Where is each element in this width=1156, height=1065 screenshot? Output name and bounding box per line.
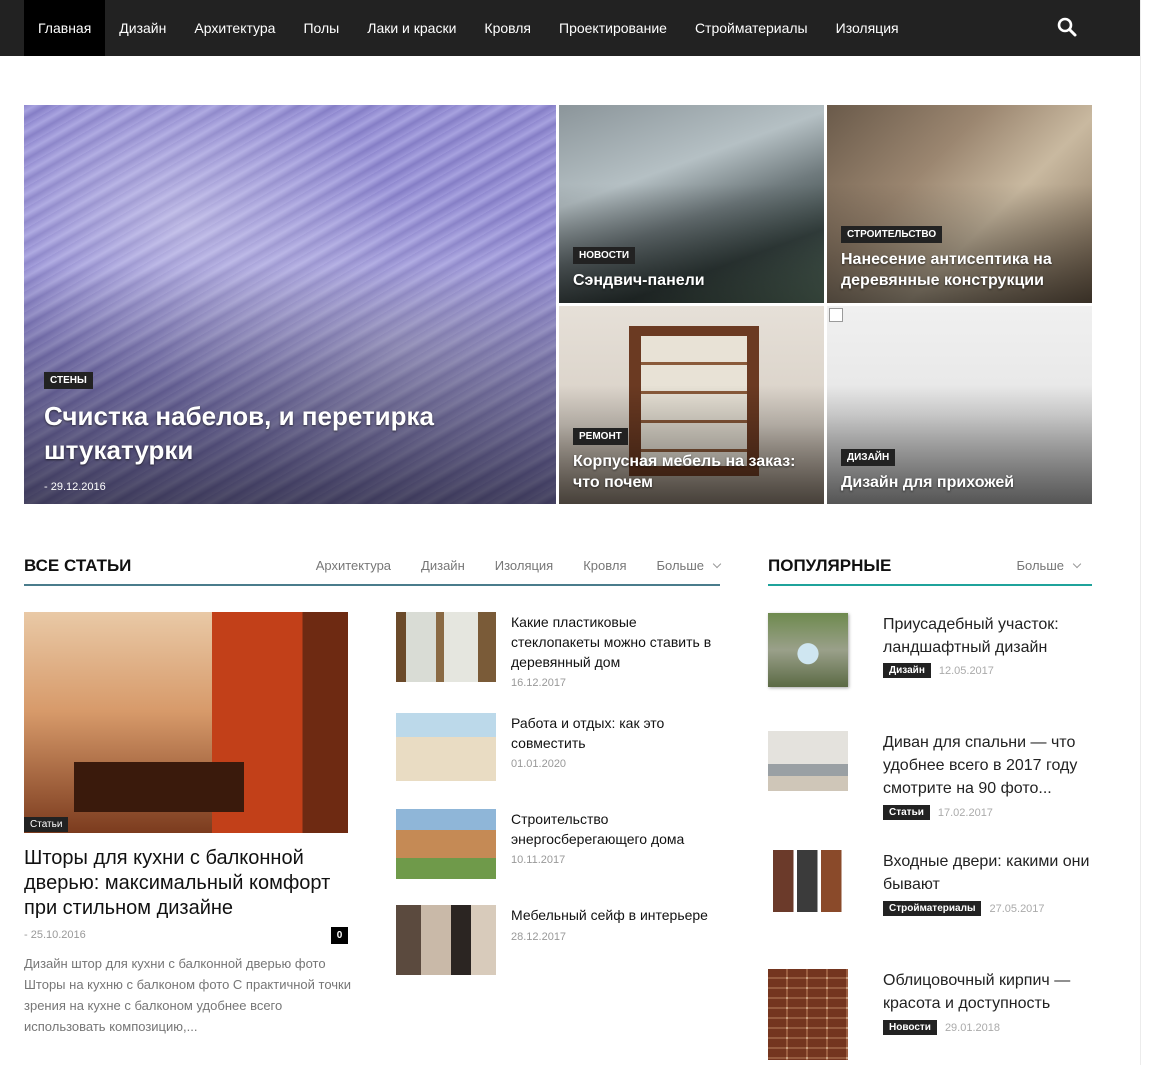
hero-c-text: РЕМОНТ Корпусная мебель на заказ: что по…: [573, 426, 814, 493]
hero-main-text: СТЕНЫ Счистка набелов, и перетирка штука…: [44, 370, 546, 493]
list-item-title[interactable]: Какие пластиковые стеклопакеты можно ста…: [511, 612, 721, 672]
all-articles-underline: [24, 584, 720, 586]
hero-post-hallway[interactable]: ДИЗАЙН Дизайн для прихожей: [827, 306, 1092, 504]
tab-architecture[interactable]: Архитектура: [316, 558, 391, 573]
popular-underline: [768, 584, 1092, 586]
list-item-date: 16.12.2017: [511, 677, 567, 689]
category-badge[interactable]: РЕМОНТ: [573, 428, 628, 445]
popular-item-title[interactable]: Входные двери: какими они бывают: [883, 850, 1098, 896]
popular-item-date: 27.05.2017: [989, 902, 1045, 915]
popular-more[interactable]: Больше: [1016, 558, 1082, 573]
broken-image-icon: [829, 308, 843, 322]
hero-main-date: - 29.12.2016: [44, 481, 106, 493]
nav-item-architecture[interactable]: Архитектура: [180, 0, 289, 56]
popular-item-date: 29.01.2018: [944, 1021, 1000, 1034]
list-item: Работа и отдых: как это совместить 01.01…: [396, 713, 726, 783]
list-item-date: 01.01.2020: [511, 758, 567, 770]
popular-item-meta: Дизайн 12.05.2017: [883, 663, 994, 678]
hero-a-title[interactable]: Сэндвич-панели: [573, 270, 814, 291]
popular-item-date: 17.02.2017: [937, 806, 993, 819]
tab-design[interactable]: Дизайн: [421, 558, 465, 573]
search-icon[interactable]: [1056, 16, 1078, 38]
popular-item-title[interactable]: Диван для спальни — что удобнее всего в …: [883, 731, 1098, 800]
category-badge[interactable]: Статьи: [883, 805, 930, 820]
chevron-down-icon: [712, 559, 722, 569]
nav-item-home[interactable]: Главная: [24, 0, 106, 56]
tab-more[interactable]: Больше: [656, 558, 722, 573]
tab-more-label: Больше: [656, 558, 705, 573]
nav-item-insulation[interactable]: Изоляция: [822, 0, 913, 56]
big-article-title[interactable]: Шторы для кухни с балконной дверью: макс…: [24, 846, 354, 921]
all-articles-title: ВСЕ СТАТЬИ: [24, 556, 132, 575]
list-item-thumb[interactable]: [396, 905, 496, 975]
tab-roofing[interactable]: Кровля: [583, 558, 626, 573]
popular-item-thumb[interactable]: [768, 969, 848, 1060]
popular-item-date: 12.05.2017: [938, 664, 994, 677]
popular-header: ПОПУЛЯРНЫЕ Больше: [768, 556, 1092, 586]
list-item: Строительство энергосберегающего дома 10…: [396, 809, 726, 879]
popular-item-title[interactable]: Облицовочный кирпич — красота и доступно…: [883, 969, 1098, 1015]
big-article-image-table: [74, 762, 244, 812]
chevron-down-icon: [1072, 559, 1082, 569]
nav-item-roofing[interactable]: Кровля: [470, 0, 545, 56]
list-item-thumb[interactable]: [396, 612, 496, 682]
category-badge[interactable]: НОВОСТИ: [573, 247, 636, 264]
popular-tabs: Больше: [987, 558, 1082, 573]
hero-d-text: ДИЗАЙН Дизайн для прихожей: [841, 447, 1082, 493]
category-badge[interactable]: Новости: [883, 1020, 937, 1035]
list-item-date: 10.11.2017: [511, 854, 566, 866]
list-item-date: 28.12.2017: [511, 931, 567, 943]
hero-post-furniture[interactable]: РЕМОНТ Корпусная мебель на заказ: что по…: [559, 306, 824, 504]
popular-title: ПОПУЛЯРНЫЕ: [768, 556, 892, 575]
big-article-category[interactable]: Статьи: [24, 817, 69, 832]
category-badge[interactable]: ДИЗАЙН: [841, 449, 896, 466]
nav-item-materials[interactable]: Стройматериалы: [681, 0, 822, 56]
nav-item-design[interactable]: Дизайн: [105, 0, 180, 56]
comment-count-badge[interactable]: 0: [331, 927, 348, 944]
list-item: Мебельный сейф в интерьере 28.12.2017: [396, 905, 726, 975]
category-badge[interactable]: СТРОИТЕЛЬСТВО: [841, 226, 943, 243]
hero-c-title[interactable]: Корпусная мебель на заказ: что почем: [573, 451, 814, 493]
nav-item-paints[interactable]: Лаки и краски: [353, 0, 470, 56]
popular-item-meta: Статьи 17.02.2017: [883, 805, 993, 820]
page-edge-divider: [1140, 0, 1141, 1065]
hero-b-text: СТРОИТЕЛЬСТВО Нанесение антисептика на д…: [841, 224, 1082, 291]
list-item-title[interactable]: Работа и отдых: как это совместить: [511, 713, 721, 753]
hero-post-sandwich[interactable]: НОВОСТИ Сэндвич-панели: [559, 105, 824, 303]
list-item: Какие пластиковые стеклопакеты можно ста…: [396, 612, 726, 689]
nav-item-floors[interactable]: Полы: [289, 0, 353, 56]
popular-item-meta: Новости 29.01.2018: [883, 1020, 1000, 1035]
list-item-thumb[interactable]: [396, 713, 496, 781]
popular-item-meta: Стройматериалы 27.05.2017: [883, 901, 1045, 916]
big-article-image[interactable]: [24, 612, 348, 833]
category-badge[interactable]: СТЕНЫ: [44, 372, 93, 389]
top-navigation: Главная Дизайн Архитектура Полы Лаки и к…: [0, 0, 1140, 56]
big-article-date: - 25.10.2016: [24, 929, 86, 941]
hero-post-antiseptic[interactable]: СТРОИТЕЛЬСТВО Нанесение антисептика на д…: [827, 105, 1092, 303]
nav-item-planning[interactable]: Проектирование: [545, 0, 681, 56]
popular-more-label: Больше: [1016, 558, 1065, 573]
category-badge[interactable]: Дизайн: [883, 663, 931, 678]
popular-item-thumb[interactable]: [768, 731, 848, 791]
popular-item-title[interactable]: Приусадебный участок: ландшафтный дизайн: [883, 613, 1098, 659]
hero-main-post[interactable]: СТЕНЫ Счистка набелов, и перетирка штука…: [24, 105, 556, 504]
big-article-excerpt: Дизайн штор для кухни с балконной дверью…: [24, 956, 351, 1034]
popular-item-thumb[interactable]: [768, 850, 848, 912]
category-badge[interactable]: Стройматериалы: [883, 901, 982, 916]
list-item-title[interactable]: Строительство энергосберегающего дома: [511, 809, 721, 849]
hero-main-title[interactable]: Счистка набелов, и перетирка штукатурки: [44, 399, 546, 467]
hero-d-title[interactable]: Дизайн для прихожей: [841, 472, 1082, 493]
all-articles-tabs: Архитектура Дизайн Изоляция Кровля Больш…: [286, 558, 722, 573]
list-item-title[interactable]: Мебельный сейф в интерьере: [511, 905, 721, 925]
popular-item-thumb[interactable]: [768, 613, 848, 687]
hero-a-text: НОВОСТИ Сэндвич-панели: [573, 245, 814, 291]
all-articles-header: ВСЕ СТАТЬИ Архитектура Дизайн Изоляция К…: [24, 556, 722, 586]
tab-insulation[interactable]: Изоляция: [495, 558, 553, 573]
hero-b-title[interactable]: Нанесение антисептика на деревянные конс…: [841, 249, 1082, 291]
list-item-thumb[interactable]: [396, 809, 496, 879]
